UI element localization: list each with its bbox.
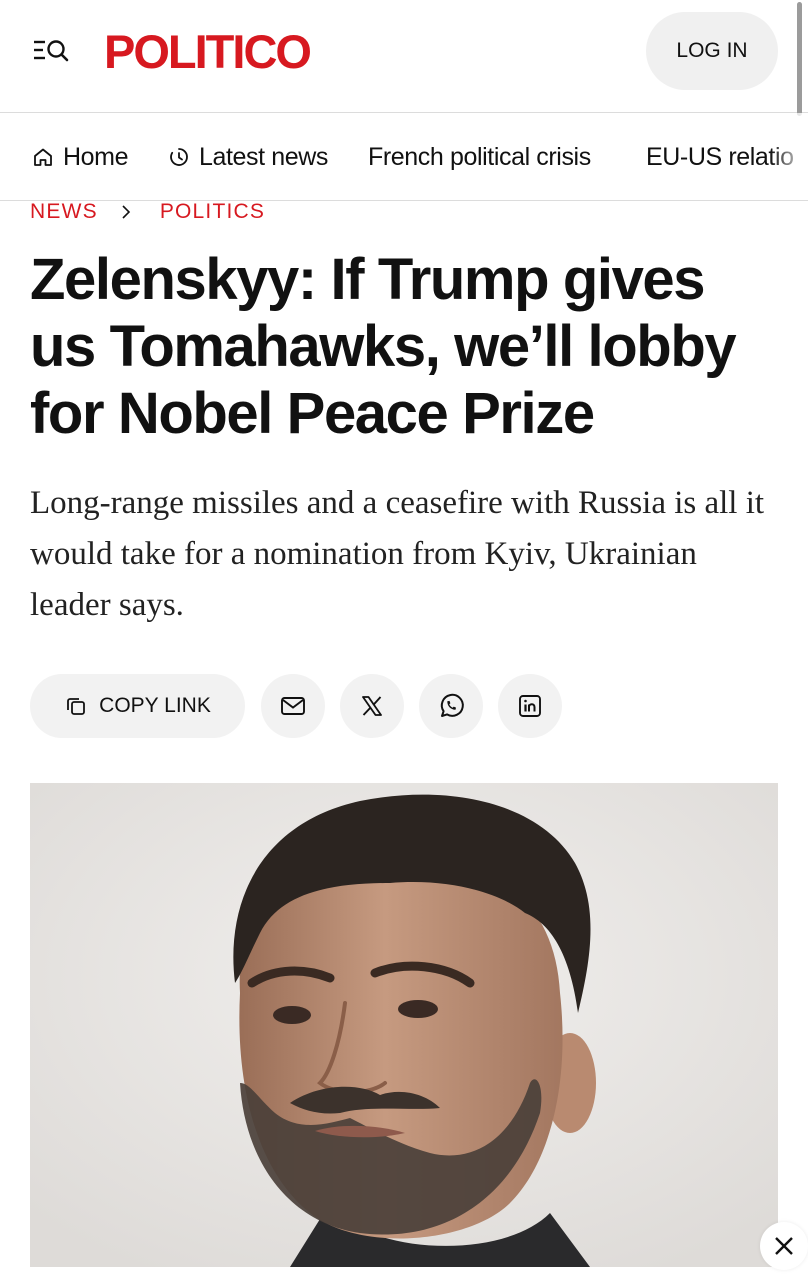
menu-search-icon [34, 40, 69, 62]
login-button[interactable]: LOG IN [646, 12, 778, 90]
clock-icon [170, 148, 188, 166]
site-header: POLITICO LOG IN [0, 0, 808, 116]
share-x-button[interactable] [340, 674, 404, 738]
article-photo [30, 783, 778, 1267]
nav-fade [770, 113, 808, 200]
nav-item-latest-news[interactable]: Latest news [168, 139, 328, 175]
x-icon [362, 696, 382, 716]
breadcrumb-politics[interactable]: POLITICS [160, 200, 265, 224]
article-headline: Zelenskyy: If Trump gives us Tomahawks, … [30, 247, 737, 446]
whatsapp-icon [440, 693, 464, 717]
menu-search-button[interactable] [32, 36, 72, 66]
topic-nav: Home Latest news French political crisis… [0, 113, 808, 201]
nav-item-label: Latest news [199, 142, 329, 171]
linkedin-icon [519, 695, 541, 717]
share-linkedin-button[interactable] [498, 674, 562, 738]
close-icon [775, 1237, 793, 1255]
nav-item-french-political-crisis[interactable]: French political crisis [368, 139, 591, 175]
nav-item-home[interactable]: Home [32, 139, 128, 175]
home-icon [34, 148, 52, 166]
article-dek: Long-range missiles and a ceasefire with… [30, 485, 765, 623]
nav-item-label: Home [63, 142, 129, 171]
copy-icon [67, 698, 86, 715]
copy-link-label: COPY LINK [99, 694, 211, 717]
portrait-illustration [30, 783, 778, 1267]
scrollbar[interactable] [797, 2, 802, 116]
breadcrumb-news[interactable]: NEWS [30, 200, 98, 224]
share-email-button[interactable] [261, 674, 325, 738]
close-button[interactable] [760, 1222, 808, 1270]
politico-logo[interactable]: POLITICO [104, 22, 312, 82]
share-whatsapp-button[interactable] [419, 674, 483, 738]
mail-icon [281, 697, 305, 715]
copy-link-button[interactable]: COPY LINK [30, 674, 245, 738]
chevron-right-icon [120, 204, 132, 220]
breadcrumb: NEWS POLITICS [30, 198, 265, 226]
nav-item-label: French political crisis [368, 142, 591, 171]
